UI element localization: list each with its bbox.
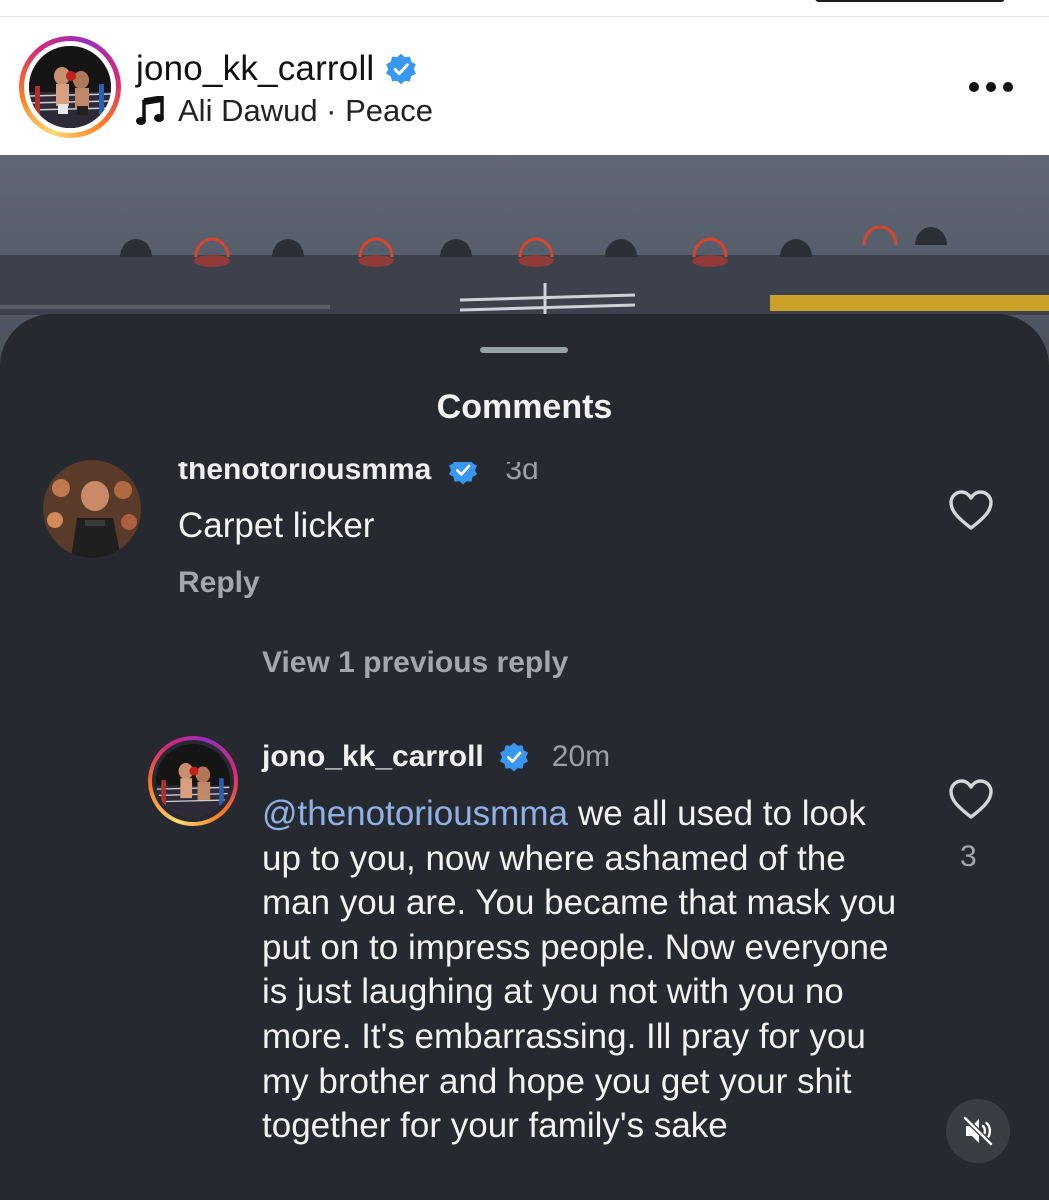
story-ring-avatar[interactable] [19, 36, 121, 138]
reply-body: @thenotoriousmma we all used to look up t… [262, 792, 912, 1149]
like-heart-icon[interactable] [948, 489, 994, 531]
top-pill-indicator [815, 0, 1005, 2]
verified-badge-icon [386, 53, 417, 85]
comments-title: Comments [436, 388, 613, 426]
muted-speaker-icon [963, 1116, 993, 1146]
reply-avatar-border [152, 740, 234, 822]
reply-text: we all used to look up to you, now where… [262, 794, 897, 1146]
like-count: 3 [960, 840, 977, 873]
music-note-icon [136, 96, 164, 125]
verified-badge-icon [449, 462, 478, 485]
reply-username[interactable]: jono_kk_carroll [262, 740, 484, 774]
music-label: Ali Dawud · Peace [178, 93, 434, 128]
mute-toggle-button[interactable] [946, 1099, 1010, 1163]
verified-badge-icon [499, 742, 528, 772]
avatar-border [24, 41, 116, 133]
post-header: jono_kk_carroll Ali Dawud · Peace [0, 17, 1049, 155]
comment-text: Carpet licker [178, 506, 375, 545]
username-row[interactable]: jono_kk_carroll [136, 47, 418, 91]
more-options-icon[interactable] [968, 81, 1014, 93]
commenter-avatar[interactable] [43, 460, 141, 558]
music-attribution[interactable]: Ali Dawud · Peace [136, 91, 433, 131]
comment-header: thenotoriousmma 3d [178, 453, 539, 490]
reply-button[interactable]: Reply [178, 566, 260, 600]
like-heart-icon[interactable] [948, 778, 994, 820]
status-strip [0, 0, 1049, 17]
reply-time: 20m [551, 740, 611, 773]
mention-link[interactable]: @thenotoriousmma [262, 794, 568, 833]
reply-avatar-story-ring[interactable] [148, 736, 238, 826]
comment-time: 3d [505, 453, 539, 486]
comments-sheet: Comments thenotoriousmma 3d Carpet licke… [0, 314, 1049, 1200]
sheet-drag-handle[interactable] [480, 347, 568, 353]
avatar-boxing-photo [29, 46, 111, 128]
reply-header: jono_kk_carroll 20m [262, 736, 610, 778]
post-username[interactable]: jono_kk_carroll [136, 49, 374, 89]
comment-username[interactable]: thenotoriousmma [178, 462, 431, 487]
reply-avatar-photo [156, 744, 230, 818]
view-previous-replies-link[interactable]: View 1 previous reply [262, 646, 568, 680]
